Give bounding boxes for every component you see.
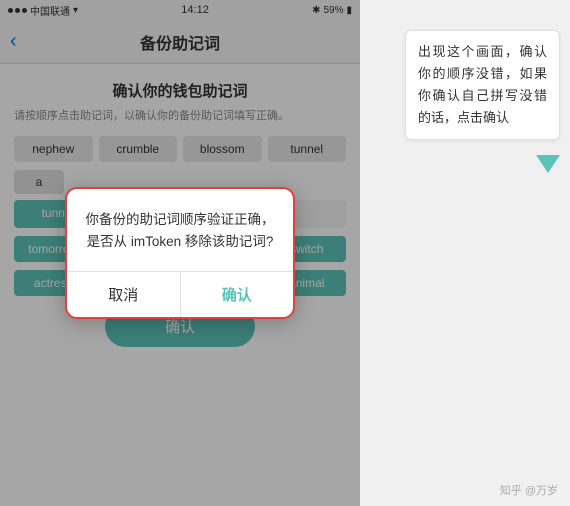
watermark: 知乎 @万岁	[500, 482, 558, 498]
dialog-ok-button[interactable]: 确认	[181, 272, 294, 317]
phone-screen: 中国联通 ▾ 14:12 ✱ 59% ▮ ‹ 备份助记词 确认你的钱包助记词 请…	[0, 0, 360, 506]
annotation-area: 出现这个画面，确认你的顺序没错，如果你确认自己拼写没错的话，点击确认 知乎 @万…	[360, 0, 570, 506]
dialog-box: 你备份的助记词顺序验证正确，是否从 imToken 移除该助记词? 取消 确认	[65, 187, 295, 318]
dialog-cancel-button[interactable]: 取消	[67, 272, 181, 317]
annotation-bubble: 出现这个画面，确认你的顺序没错，如果你确认自己拼写没错的话，点击确认	[405, 30, 560, 140]
dialog-message: 你备份的助记词顺序验证正确，是否从 imToken 移除该助记词?	[85, 209, 275, 252]
dialog-buttons: 取消 确认	[67, 271, 293, 317]
arrow-down-icon	[536, 155, 560, 173]
dialog-overlay: 你备份的助记词顺序验证正确，是否从 imToken 移除该助记词? 取消 确认	[0, 0, 360, 506]
